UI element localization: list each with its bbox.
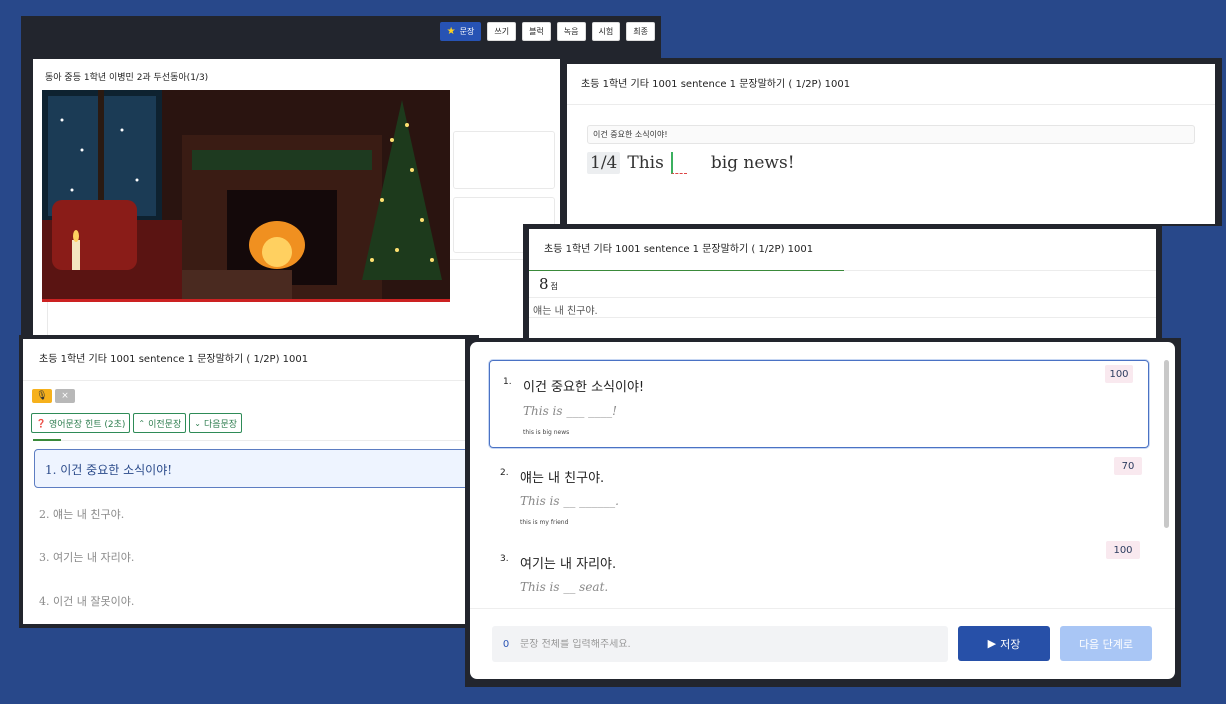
english-hint-button[interactable]: ❓ 영어문장 힌트 (2초) <box>31 413 131 433</box>
word-this: This <box>627 153 664 173</box>
progress-bar <box>529 270 844 271</box>
question-icon: ❓ <box>36 418 46 428</box>
list-item[interactable]: 4. 이건 내 잘못이야. <box>39 593 134 609</box>
word-big: big <box>710 153 739 173</box>
tab-writing[interactable]: 쓰기 <box>487 22 517 41</box>
sentence-list-window: 초등 1학년 기타 1001 sentence 1 문장말하기 ( 1/2P) … <box>19 335 479 628</box>
question-answer: this is big news <box>523 429 570 436</box>
score-value: 8점 <box>539 275 558 293</box>
char-count: 0 <box>502 638 510 650</box>
word-news: news! <box>743 153 795 173</box>
video-panel: 동아 중등 1학년 이병민 2과 두선동아(1/3) <box>33 59 560 346</box>
star-icon: ★ <box>446 26 456 37</box>
window-title: 초등 1학년 기타 1001 sentence 1 문장말하기 ( 1/2P) … <box>581 79 851 90</box>
divider <box>844 270 1156 271</box>
progress-bar <box>33 439 61 441</box>
question-item[interactable]: 3. 여기는 내 자리야. This is __ seat. 100 <box>489 538 1149 604</box>
mic-off-icon[interactable]: ⨯ <box>55 389 75 403</box>
window-title: 초등 1학년 기타 1001 sentence 1 문장말하기 ( 1/2P) … <box>39 354 309 365</box>
divider <box>470 608 1175 609</box>
score-badge: 70 <box>1114 457 1142 475</box>
quiz-panel: 1. 이건 중요한 소식이야! This is ___ ____! this i… <box>470 342 1175 679</box>
scored-sentence: 얘는 내 친구야. <box>533 306 598 317</box>
fill-sentence-window: 초등 1학년 기타 1001 sentence 1 문장말하기 ( 1/2P) … <box>561 58 1222 226</box>
quiz-window: 1. 이건 중요한 소식이야! This is ___ ____! this i… <box>465 338 1181 687</box>
score-badge: 100 <box>1105 365 1133 383</box>
list-item[interactable]: 2. 얘는 내 친구야. <box>39 506 124 522</box>
mic-icon[interactable]: 🎙 <box>32 389 52 403</box>
answer-input[interactable] <box>520 638 948 650</box>
fireplace-scene-image <box>42 90 450 302</box>
tab-sentence[interactable]: ★ 문장 <box>439 22 482 41</box>
list-item[interactable]: 1. 이건 중요한 소식이야! <box>34 449 475 488</box>
save-button[interactable]: ▶ 저장 <box>958 626 1050 661</box>
mode-toolbar: ★ 문장 쓰기 블럭 녹음 시험 최종 <box>439 22 655 41</box>
sentence-counter: 1/4 <box>587 152 621 174</box>
chevron-down-icon: ⌄ <box>194 418 201 428</box>
blank-input[interactable] <box>670 152 687 174</box>
divider <box>61 440 475 441</box>
divider <box>23 380 475 381</box>
question-pattern: This is ___ ____! <box>523 404 617 418</box>
fill-panel: 초등 1학년 기타 1001 sentence 1 문장말하기 ( 1/2P) … <box>567 64 1215 224</box>
divider <box>529 297 1156 298</box>
question-item[interactable]: 1. 이건 중요한 소식이야! This is ___ ____! this i… <box>489 360 1149 448</box>
tab-block[interactable]: 블럭 <box>522 22 551 41</box>
question-item[interactable]: 2. 얘는 내 친구야. This is __ ______. this is … <box>489 452 1149 540</box>
window-title: 초등 1학년 기타 1001 sentence 1 문장말하기 ( 1/2P) … <box>544 244 814 255</box>
divider <box>567 104 1215 105</box>
navigation-buttons: ❓ 영어문장 힌트 (2초) ⌃ 이전문장 ⌄ 다음문장 <box>31 413 243 433</box>
prev-sentence-button[interactable]: ⌃ 이전문장 <box>133 413 187 433</box>
play-icon: ▶ <box>987 637 997 650</box>
list-panel: 초등 1학년 기타 1001 sentence 1 문장말하기 ( 1/2P) … <box>23 339 475 624</box>
video-title: 동아 중등 1학년 이병민 2과 두선동아(1/3) <box>45 73 209 83</box>
answer-input-row: 0 <box>492 626 948 662</box>
question-korean: 여기는 내 자리야. <box>520 557 617 572</box>
score-panel: 초등 1학년 기타 1001 sentence 1 문장말하기 ( 1/2P) … <box>529 229 1156 339</box>
list-item[interactable]: 3. 여기는 내 자리야. <box>39 549 134 565</box>
question-korean: 얘는 내 친구야. <box>520 471 605 486</box>
question-pattern: This is __ ______. <box>520 494 619 508</box>
sentence-builder: 1/4 This big news! <box>587 152 795 174</box>
score-window: 초등 1학년 기타 1001 sentence 1 문장말하기 ( 1/2P) … <box>523 224 1162 339</box>
tab-test[interactable]: 시험 <box>591 22 621 41</box>
score-badge: 100 <box>1106 541 1140 559</box>
divider <box>529 317 1156 318</box>
tab-final[interactable]: 최종 <box>626 22 655 41</box>
chevron-up-icon: ⌃ <box>138 418 146 428</box>
tab-record[interactable]: 녹음 <box>556 22 586 41</box>
question-answer: this is my friend <box>520 519 569 526</box>
question-pattern: This is __ seat. <box>520 580 609 594</box>
korean-hint: 이건 중요한 소식이야! <box>587 125 1195 144</box>
scrollbar[interactable] <box>1164 360 1169 528</box>
next-sentence-button[interactable]: ⌄ 다음문장 <box>189 413 243 433</box>
side-box <box>453 131 555 189</box>
next-step-button[interactable]: 다음 단계로 <box>1060 626 1152 661</box>
video-player[interactable] <box>42 90 450 302</box>
question-korean: 이건 중요한 소식이야! <box>523 380 645 395</box>
